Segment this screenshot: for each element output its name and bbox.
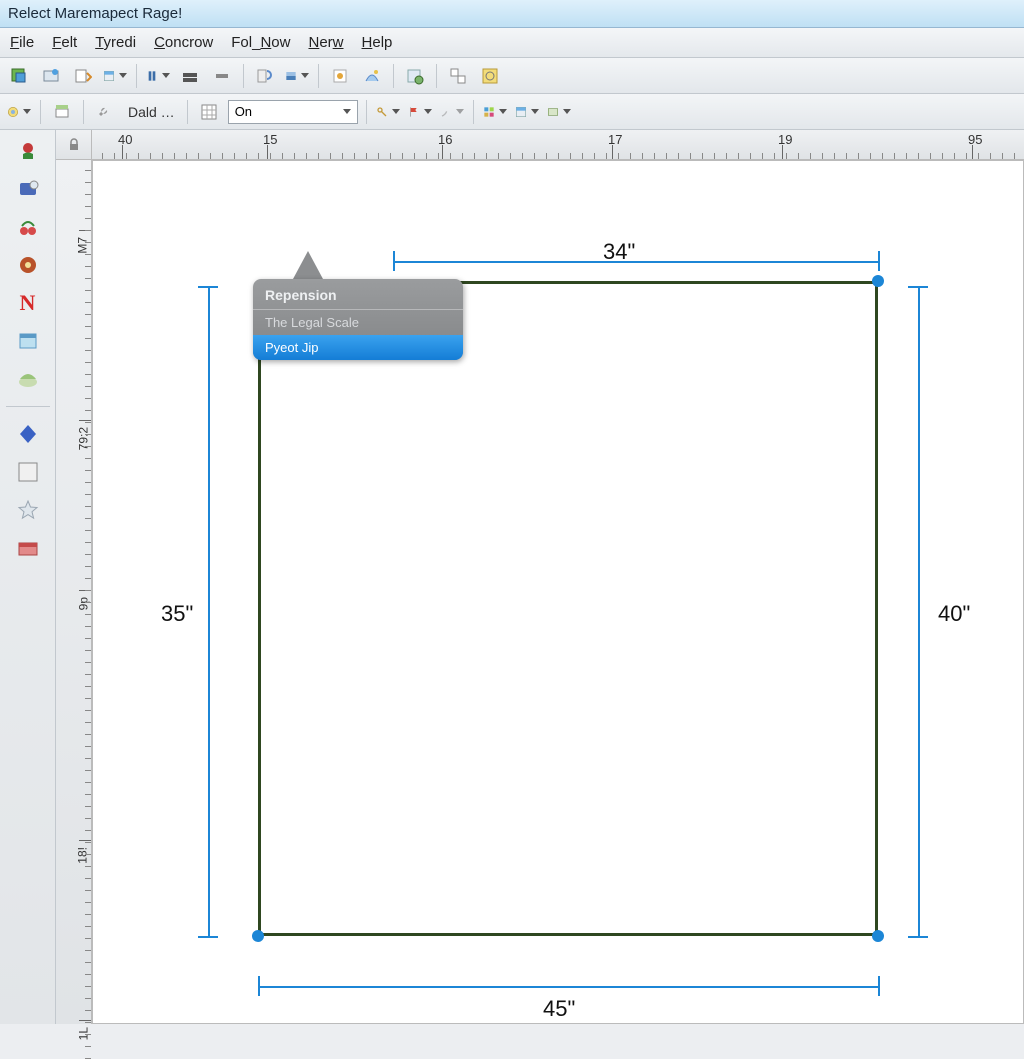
hruler-label: 16 (438, 132, 452, 147)
ruler-corner (56, 130, 92, 160)
popup-item-0[interactable]: The Legal Scale (253, 310, 463, 335)
tb1-btn-13[interactable] (445, 63, 471, 89)
tool-3-icon[interactable] (13, 212, 43, 242)
tool-rect-icon[interactable] (13, 457, 43, 487)
tb2-dald-label: Dald … (124, 104, 179, 120)
dim-top-cap-l (393, 251, 395, 271)
hruler-label: 17 (608, 132, 622, 147)
menu-tyredi[interactable]: Tyredi (95, 34, 136, 51)
tb1-btn-12[interactable] (402, 63, 428, 89)
tb2-btn-pal2[interactable] (514, 99, 540, 125)
dim-top-line (393, 261, 878, 263)
tool-last-icon[interactable] (13, 533, 43, 563)
dim-left-label: 35" (161, 601, 193, 627)
dim-top-label: 34" (603, 239, 635, 265)
titlebar: Relect Maremapect Rage! (0, 0, 1024, 28)
handle-top-right[interactable] (872, 275, 884, 287)
vruler-label: M7 (76, 237, 90, 254)
menu-concrow[interactable]: Concrow (154, 34, 213, 51)
workspace: 401516171995 M779:29p18!1L 34" 35" 40" (56, 130, 1024, 1024)
tb1-btn-3[interactable] (70, 63, 96, 89)
handle-bottom-right[interactable] (872, 930, 884, 942)
tool-1-icon[interactable] (13, 136, 43, 166)
hruler-label: 40 (118, 132, 132, 147)
menu-felt[interactable]: Felt (52, 34, 77, 51)
tb1-btn-1[interactable] (6, 63, 32, 89)
tool-6-icon[interactable] (13, 326, 43, 356)
tb2-btn-grid[interactable] (196, 99, 222, 125)
tb1-btn-5[interactable] (145, 63, 171, 89)
drawing-page[interactable]: 34" 35" 40" 45" (123, 191, 983, 1024)
dim-bottom-cap-r (878, 976, 880, 996)
hruler-label: 19 (778, 132, 792, 147)
tb2-btn-flag[interactable] (407, 99, 433, 125)
popup-item-1[interactable]: Pyeot Jip (253, 335, 463, 360)
selected-rectangle[interactable] (258, 281, 878, 936)
dim-right-cap-t (908, 286, 928, 288)
tb1-btn-9[interactable] (284, 63, 310, 89)
tb1-btn-8[interactable] (252, 63, 278, 89)
dim-right-cap-b (908, 936, 928, 938)
dim-bottom-line (258, 986, 878, 988)
dim-right-label: 40" (938, 601, 970, 627)
tool-2-icon[interactable] (13, 174, 43, 204)
tb1-btn-4[interactable] (102, 63, 128, 89)
tool-diamond-icon[interactable] (13, 419, 43, 449)
dim-right-line (918, 286, 920, 936)
tb2-btn-layers[interactable] (49, 99, 75, 125)
handle-bottom-left[interactable] (252, 930, 264, 942)
lock-icon (67, 138, 81, 152)
context-popup[interactable]: Repension The Legal Scale Pyeot Jip (253, 279, 463, 360)
menubar: File Felt Tyredi Concrow Fol_Now Nerw He… (0, 28, 1024, 58)
tb2-onoff-value: On (235, 104, 252, 119)
toolbox-divider (6, 406, 50, 407)
tb2-btn-key[interactable] (375, 99, 401, 125)
vruler-label: 9p (76, 597, 90, 610)
popup-caret (293, 251, 323, 279)
tb2-onoff-dropdown[interactable]: On (228, 100, 358, 124)
toolbar-1 (0, 58, 1024, 94)
tb1-btn-14[interactable] (477, 63, 503, 89)
tb2-btn-wrench[interactable] (92, 99, 118, 125)
tool-7-icon[interactable] (13, 364, 43, 394)
dim-bottom-cap-l (258, 976, 260, 996)
tool-star-icon[interactable] (13, 495, 43, 525)
tool-4-icon[interactable] (13, 250, 43, 280)
vruler-label: 18! (76, 847, 90, 864)
tb1-btn-2[interactable] (38, 63, 64, 89)
tool-n-icon[interactable]: N (13, 288, 43, 318)
menu-folnow[interactable]: Fol_Now (231, 34, 290, 51)
menu-help[interactable]: Help (362, 34, 393, 51)
tb1-btn-6[interactable] (177, 63, 203, 89)
hruler-label: 95 (968, 132, 982, 147)
dim-top-cap-r (878, 251, 880, 271)
menu-nerw[interactable]: Nerw (308, 34, 343, 51)
popup-title: Repension (253, 279, 463, 309)
canvas-area[interactable]: 34" 35" 40" 45" (92, 160, 1024, 1024)
tb1-btn-7[interactable] (209, 63, 235, 89)
dim-left-line (208, 286, 210, 936)
dim-bottom-label: 45" (543, 996, 575, 1022)
horizontal-ruler[interactable]: 40 15 16 17 19 95 (92, 130, 1024, 160)
tb2-btn-pen[interactable] (439, 99, 465, 125)
vertical-ruler[interactable]: M779:29p18!1L (56, 160, 92, 1024)
tb2-btn-pal3[interactable] (546, 99, 572, 125)
window-title: Relect Maremapect Rage! (8, 5, 182, 22)
toolbox-sidebar: N (0, 130, 56, 1024)
menu-file[interactable]: File (10, 34, 34, 51)
tb2-btn-world[interactable] (6, 99, 32, 125)
dim-left-cap-b (198, 936, 218, 938)
dim-left-cap-t (198, 286, 218, 288)
tb2-btn-pal1[interactable] (482, 99, 508, 125)
tb1-btn-11[interactable] (359, 63, 385, 89)
toolbar-2: Dald … On (0, 94, 1024, 130)
tb1-btn-10[interactable] (327, 63, 353, 89)
hruler-label: 15 (263, 132, 277, 147)
